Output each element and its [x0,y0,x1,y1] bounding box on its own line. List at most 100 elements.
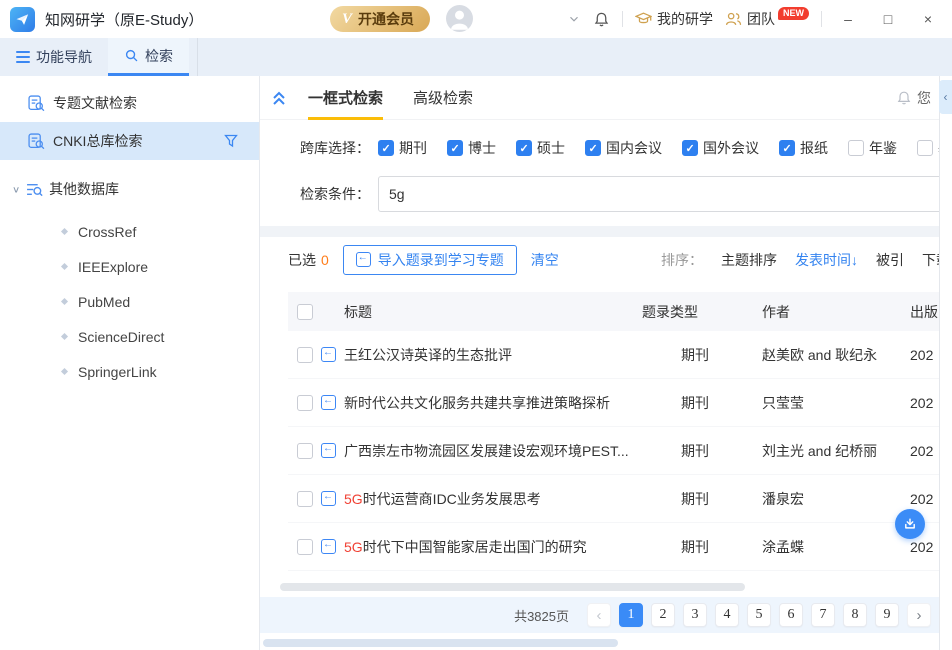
page-button-9[interactable]: 9 [875,603,899,627]
page-button-5[interactable]: 5 [747,603,771,627]
download-fab-button[interactable] [895,509,925,539]
row-title[interactable]: 广西崇左市物流园区发展建设宏观环境PEST... [344,441,642,461]
nav-function-menu[interactable]: 功能导航 [0,38,108,76]
app-window: 知网研学（原E-Study） V 开通会员 [0,0,952,650]
table-hscrollbar-thumb[interactable] [280,583,745,591]
list-search-icon [26,181,43,198]
filter-icon[interactable] [223,133,239,149]
db-option-label: 国内会议 [606,138,662,158]
db-option-期刊[interactable]: 期刊 [378,138,427,158]
bullet-icon [61,228,68,235]
sidebar-subitem-sciencedirect[interactable]: ScienceDirect [0,319,259,354]
db-option-博士[interactable]: 博士 [447,138,496,158]
row-checkbox[interactable] [297,395,313,411]
page-button-3[interactable]: 3 [683,603,707,627]
bullet-icon [61,333,68,340]
chevron-down-icon[interactable] [567,12,581,26]
page-button-2[interactable]: 2 [651,603,675,627]
prev-page-button[interactable]: ‹ [587,603,611,627]
graduation-cap-icon [635,11,652,27]
row-import-icon[interactable] [321,539,336,554]
sort-option-发表时间↓[interactable]: 发表时间↓ [795,250,858,270]
divider [197,38,198,76]
db-option-label: 硕士 [537,138,565,158]
db-option-年鉴[interactable]: 年鉴 [848,138,897,158]
page-button-4[interactable]: 4 [715,603,739,627]
db-option-label: 国外会议 [703,138,759,158]
row-type: 期刊 [642,537,762,557]
notification-bell-icon[interactable] [593,11,610,28]
row-type: 期刊 [642,393,762,413]
sort-option-被引[interactable]: 被引 [876,250,904,270]
user-avatar[interactable] [446,5,473,32]
tab-one-box-search[interactable]: 一框式检索 [308,76,383,120]
next-page-button[interactable]: › [907,603,931,627]
expand-panel-toggle[interactable]: ‹ [939,80,952,114]
row-import-icon[interactable] [321,395,336,410]
checkbox-icon [585,140,601,156]
row-checkbox[interactable] [297,443,313,459]
main-panel: 一框式检索 高级检索 您 跨库选择： 期刊博士硕士国内会议国外会议报纸年鉴基教 … [260,76,939,650]
hamburger-icon [16,51,30,63]
nav-tab-search[interactable]: 检索 [108,38,189,76]
row-title[interactable]: 王红公汉诗英译的生态批评 [344,345,642,365]
sidebar-subitem-crossref[interactable]: CrossRef [0,214,259,249]
table-row: 广西崇左市物流园区发展建设宏观环境PEST...期刊刘主光 and 纪桥丽202 [288,427,939,475]
sidebar-subitem-pubmed[interactable]: PubMed [0,284,259,319]
row-checkbox[interactable] [297,491,313,507]
row-import-icon[interactable] [321,491,336,506]
row-title[interactable]: 新时代公共文化服务共建共享推进策略探析 [344,393,642,413]
row-import-icon[interactable] [321,443,336,458]
results-table: 标题 题录类型 作者 出版 王红公汉诗英译的生态批评期刊赵美欧 and 耿纪永2… [288,292,939,571]
sidebar-item-topic-search[interactable]: 专题文献检索 [0,84,259,122]
minimize-button[interactable]: – [834,11,862,27]
vip-upgrade-button[interactable]: V 开通会员 [330,6,430,32]
sort-option-主题排序[interactable]: 主题排序 [721,250,777,270]
main-hscrollbar-thumb[interactable] [263,639,618,647]
row-authors: 刘主光 and 纪桥丽 [762,441,910,461]
sidebar-item-cnki-search[interactable]: CNKI总库检索 [0,122,259,160]
checkbox-icon [682,140,698,156]
collapse-panel-icon[interactable] [270,89,288,107]
close-button[interactable]: × [914,11,942,27]
row-title[interactable]: 5G时代运营商IDC业务发展思考 [344,489,642,509]
db-option-label: 博士 [468,138,496,158]
row-checkbox[interactable] [297,347,313,363]
page-button-1[interactable]: 1 [619,603,643,627]
sidebar-subitem-springerlink[interactable]: SpringerLink [0,354,259,389]
page-button-6[interactable]: 6 [779,603,803,627]
row-year: 202 [910,347,939,363]
row-checkbox[interactable] [297,539,313,555]
download-icon [901,515,919,533]
sort-option-下载[interactable]: 下载 [922,250,939,270]
my-study-link[interactable]: 我的研学 [635,9,713,29]
results-toolbar: 已选 0 导入题录到学习专题 清空 排序： 主题排序发表时间↓被引下载 [260,237,939,282]
db-option-国外会议[interactable]: 国外会议 [682,138,759,158]
chevron-expand-icon: ∨ [12,184,20,194]
sort-options: 排序： 主题排序发表时间↓被引下载 [661,250,939,270]
tab-advanced-search[interactable]: 高级检索 [413,76,473,120]
clear-button[interactable]: 清空 [531,250,559,270]
sidebar-subitem-label: ScienceDirect [78,329,164,345]
db-option-硕士[interactable]: 硕士 [516,138,565,158]
db-option-基教[interactable]: 基教 [917,138,939,158]
maximize-button[interactable]: □ [874,11,902,27]
import-records-button[interactable]: 导入题录到学习专题 [343,245,517,275]
page-button-7[interactable]: 7 [811,603,835,627]
row-import-icon[interactable] [321,347,336,362]
highlight-keyword: 5G [344,539,363,555]
search-query-input[interactable] [378,176,939,212]
announcement-bell-icon[interactable] [896,90,912,106]
db-option-国内会议[interactable]: 国内会议 [585,138,662,158]
row-title[interactable]: 5G时代下中国智能家居走出国门的研究 [344,537,642,557]
team-link[interactable]: 团队 NEW [725,9,809,29]
sidebar-subitem-ieeexplore[interactable]: IEEExplore [0,249,259,284]
total-pages-label: 共3825页 [514,606,569,625]
cross-db-label: 跨库选择： [300,138,378,158]
db-option-报纸[interactable]: 报纸 [779,138,828,158]
checkbox-icon [917,140,933,156]
page-button-8[interactable]: 8 [843,603,867,627]
pagination: 共3825页 ‹ 123456789 › [260,597,939,633]
select-all-checkbox[interactable] [297,304,313,320]
sidebar-group-other-databases[interactable]: ∨ 其他数据库 [0,170,259,208]
